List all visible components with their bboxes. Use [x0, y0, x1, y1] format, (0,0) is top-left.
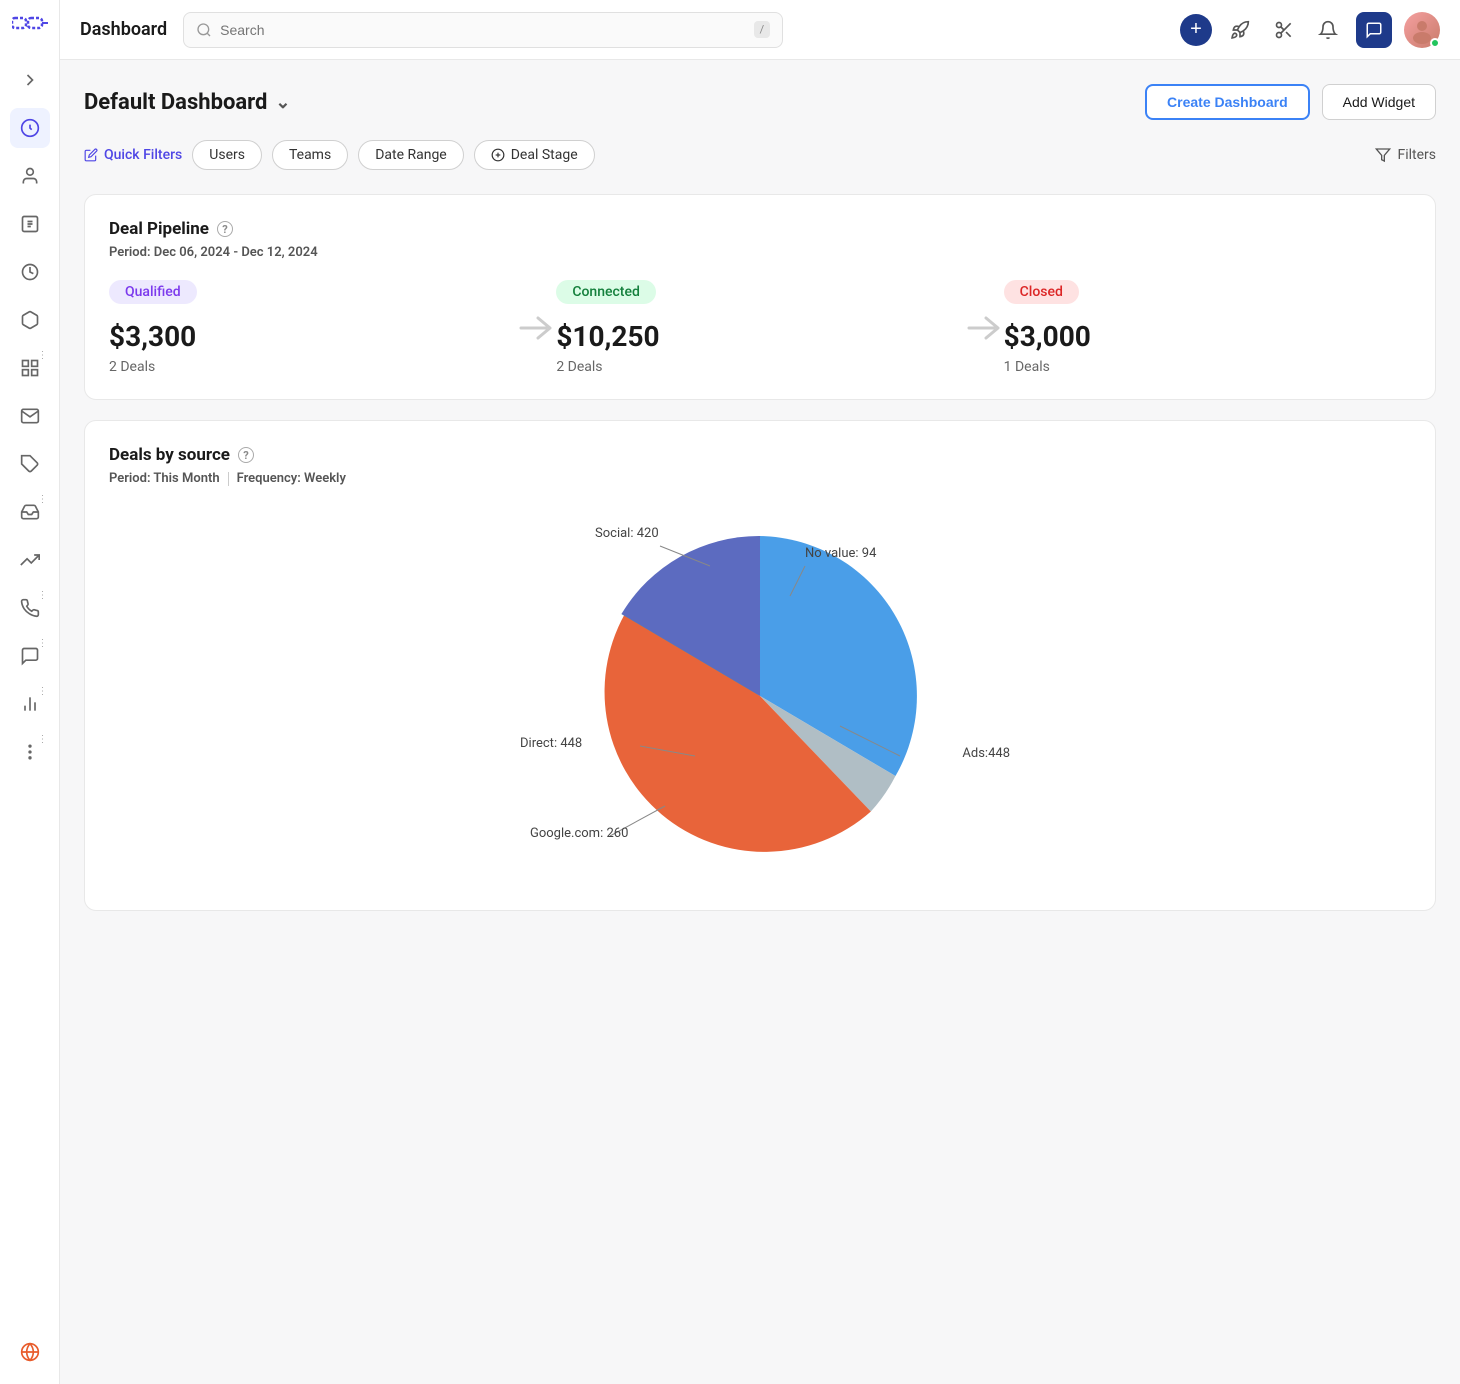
sidebar: ⋮ ⋮ ⋮ ⋮ ⋮ ⋮: [0, 0, 60, 1384]
title-caret-icon: ⌄: [275, 92, 290, 113]
app-title: Dashboard: [80, 19, 167, 40]
pipeline-stage-closed: Closed $3,000 1 Deals: [1004, 280, 1411, 375]
title-text: Dashboard: [80, 19, 167, 40]
pipeline-stages: Qualified $3,300 2 Deals Connected $10,2…: [109, 280, 1411, 375]
sidebar-item-deals[interactable]: [10, 252, 50, 292]
navbar: Dashboard / +: [60, 0, 1460, 60]
app-logo[interactable]: [10, 12, 50, 44]
create-dashboard-button[interactable]: Create Dashboard: [1145, 84, 1310, 120]
sidebar-item-tags[interactable]: [10, 444, 50, 484]
sidebar-item-chat[interactable]: ⋮: [10, 636, 50, 676]
sidebar-item-mail[interactable]: [10, 396, 50, 436]
pipeline-arrow-2: [964, 280, 1004, 346]
filters-button[interactable]: Filters: [1375, 147, 1436, 163]
pipeline-stage-connected: Connected $10,250 2 Deals: [556, 280, 963, 375]
sidebar-item-analytics[interactable]: ⋮: [10, 684, 50, 724]
deals-by-source-info-icon[interactable]: ?: [238, 447, 254, 463]
filter-chip-users[interactable]: Users: [192, 140, 262, 170]
stage-amount-connected: $10,250: [556, 320, 963, 353]
deals-by-source-card: Deals by source ? Period: This Month Fre…: [84, 420, 1436, 911]
filter-icon: [1375, 147, 1391, 163]
search-bar[interactable]: /: [183, 12, 783, 48]
edit-icon: [84, 148, 98, 162]
rocket-icon[interactable]: [1224, 14, 1256, 46]
page-title[interactable]: Default Dashboard ⌄: [84, 90, 290, 115]
deals-by-source-subtitle: Period: This Month Frequency: Weekly: [109, 471, 1411, 486]
deal-stage-icon: [491, 148, 505, 162]
sidebar-item-contacts[interactable]: [10, 156, 50, 196]
deal-pipeline-period: Period: Dec 06, 2024 - Dec 12, 2024: [109, 245, 1411, 260]
sidebar-item-dashboard[interactable]: [10, 108, 50, 148]
main-container: Dashboard / +: [60, 0, 1460, 1384]
stage-badge-closed: Closed: [1004, 280, 1079, 304]
sidebar-item-widgets[interactable]: ⋮: [10, 348, 50, 388]
pie-label-no-value: No value: 94: [805, 546, 876, 561]
quick-filters-label[interactable]: Quick Filters: [84, 147, 182, 163]
scissors-icon[interactable]: [1268, 14, 1300, 46]
sidebar-item-boxes[interactable]: [10, 300, 50, 340]
subtitle-divider: [228, 472, 229, 486]
deals-by-source-chart: No value: 94: [109, 506, 1411, 886]
sidebar-item-broadcast[interactable]: ⋮: [10, 588, 50, 628]
deals-by-source-title: Deals by source ?: [109, 445, 1411, 465]
bell-icon[interactable]: [1312, 14, 1344, 46]
filter-chip-date-range[interactable]: Date Range: [358, 140, 464, 170]
online-indicator: [1430, 38, 1440, 48]
pie-label-google: Google.com: 260: [530, 826, 628, 841]
deal-pipeline-title: Deal Pipeline ?: [109, 219, 1411, 239]
search-input[interactable]: [220, 22, 745, 38]
stage-amount-qualified: $3,300: [109, 320, 516, 353]
quick-filters-bar: Quick Filters Users Teams Date Range Dea…: [84, 140, 1436, 170]
pipeline-arrow-1: [516, 280, 556, 346]
page-header: Default Dashboard ⌄ Create Dashboard Add…: [84, 84, 1436, 120]
navbar-actions: +: [1180, 12, 1440, 48]
filter-chip-deal-stage[interactable]: Deal Stage: [474, 140, 595, 170]
sidebar-item-pipelines[interactable]: [10, 540, 50, 580]
stage-badge-qualified: Qualified: [109, 280, 197, 304]
deal-pipeline-card: Deal Pipeline ? Period: Dec 06, 2024 - D…: [84, 194, 1436, 400]
sidebar-item-more[interactable]: ⋮: [10, 732, 50, 772]
add-button[interactable]: +: [1180, 14, 1212, 46]
pie-chart-svg: [590, 526, 930, 866]
stage-amount-closed: $3,000: [1004, 320, 1411, 353]
pie-label-ads: Ads:448: [962, 746, 1010, 761]
chat-button[interactable]: [1356, 12, 1392, 48]
add-widget-button[interactable]: Add Widget: [1322, 84, 1436, 120]
stage-deals-connected: 2 Deals: [556, 359, 963, 375]
content-area: Default Dashboard ⌄ Create Dashboard Add…: [60, 60, 1460, 1384]
pipeline-stage-qualified: Qualified $3,300 2 Deals: [109, 280, 516, 375]
sidebar-item-reports[interactable]: [10, 204, 50, 244]
stage-deals-qualified: 2 Deals: [109, 359, 516, 375]
sidebar-nav-arrow[interactable]: [10, 60, 50, 100]
search-icon: [196, 22, 212, 38]
pie-label-social: Social: 420: [595, 526, 659, 541]
stage-deals-closed: 1 Deals: [1004, 359, 1411, 375]
search-kbd: /: [754, 21, 771, 38]
sidebar-item-globe[interactable]: [10, 1332, 50, 1372]
header-buttons: Create Dashboard Add Widget: [1145, 84, 1436, 120]
filter-chip-teams[interactable]: Teams: [272, 140, 348, 170]
deal-pipeline-info-icon[interactable]: ?: [217, 221, 233, 237]
stage-badge-connected: Connected: [556, 280, 656, 304]
pie-label-direct: Direct: 448: [520, 736, 582, 751]
user-avatar[interactable]: [1404, 12, 1440, 48]
sidebar-item-inbox[interactable]: ⋮: [10, 492, 50, 532]
